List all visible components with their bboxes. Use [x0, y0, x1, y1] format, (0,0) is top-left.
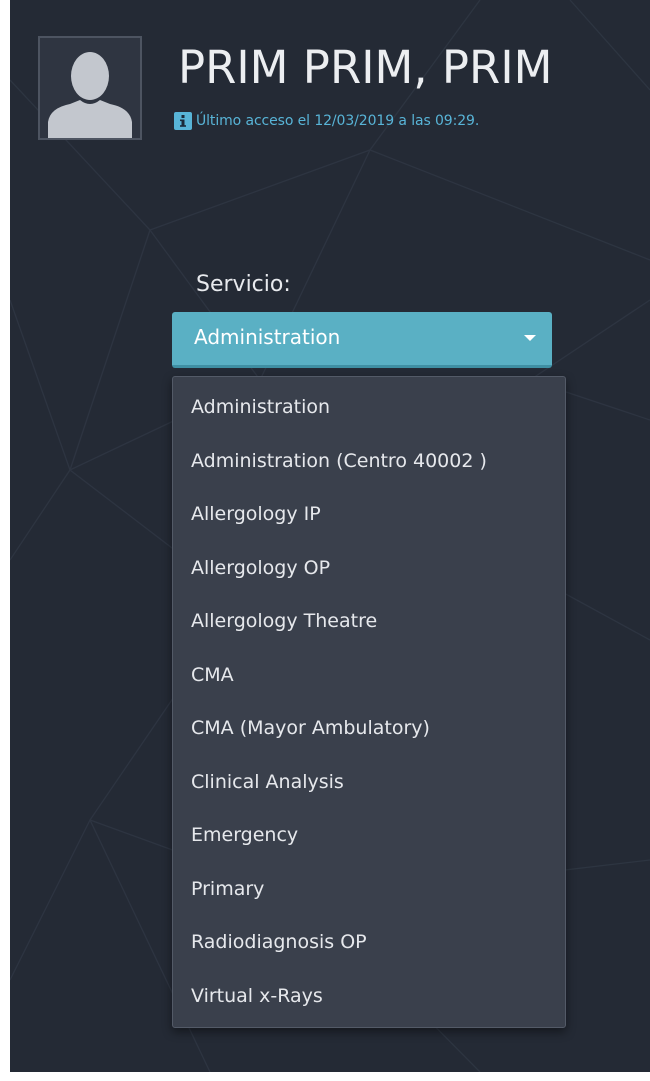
service-label: Servicio:: [196, 272, 291, 297]
service-option-allergology-op[interactable]: Allergology OP: [173, 542, 565, 596]
service-option-cma-mayor-ambulatory[interactable]: CMA (Mayor Ambulatory): [173, 702, 565, 756]
service-option-virtual-x-rays[interactable]: Virtual x-Rays: [173, 970, 565, 1024]
service-option-clinical-analysis[interactable]: Clinical Analysis: [173, 756, 565, 810]
service-option-cma[interactable]: CMA: [173, 649, 565, 703]
service-option-administration-centro[interactable]: Administration (Centro 40002 ): [173, 435, 565, 489]
user-silhouette-icon: [48, 52, 132, 138]
service-select-value: Administration: [194, 325, 341, 349]
service-option-allergology-ip[interactable]: Allergology IP: [173, 488, 565, 542]
service-option-radiodiagnosis-op[interactable]: Radiodiagnosis OP: [173, 916, 565, 970]
user-name: PRIM PRIM, PRIM: [178, 41, 553, 94]
service-option-administration[interactable]: Administration: [173, 381, 565, 435]
service-option-primary[interactable]: Primary: [173, 863, 565, 917]
login-panel: PRIM PRIM, PRIM Último acceso el 12/03/2…: [10, 0, 650, 1072]
caret-down-icon: [524, 335, 536, 341]
info-icon: [174, 111, 192, 130]
service-select[interactable]: Administration: [172, 312, 552, 368]
avatar: [38, 36, 142, 140]
service-dropdown-menu: Administration Administration (Centro 40…: [172, 376, 566, 1028]
last-access-text: Último acceso el 12/03/2019 a las 09:29.: [196, 112, 480, 129]
service-option-allergology-theatre[interactable]: Allergology Theatre: [173, 595, 565, 649]
last-access-info: Último acceso el 12/03/2019 a las 09:29.: [174, 110, 479, 132]
service-option-emergency[interactable]: Emergency: [173, 809, 565, 863]
